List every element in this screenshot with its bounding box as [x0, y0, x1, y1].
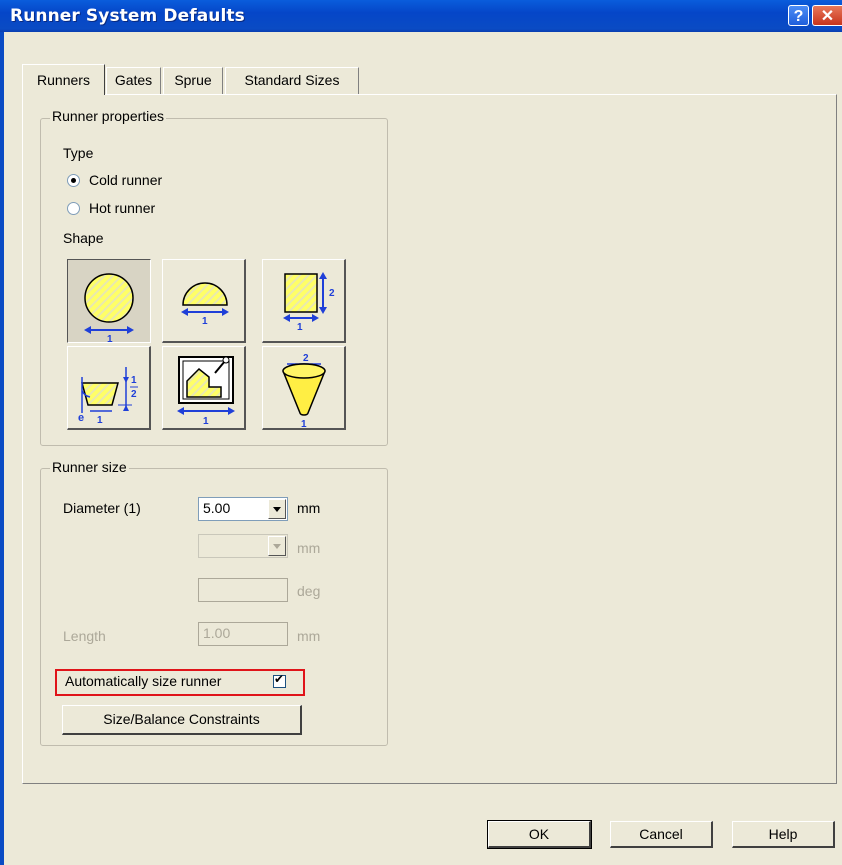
shape-trapezoid-button[interactable]: e 1 1 2	[67, 346, 151, 430]
svg-text:2: 2	[329, 288, 335, 299]
length-field[interactable]: 1.00	[198, 622, 288, 646]
diameter-label: Diameter (1)	[63, 500, 141, 516]
tab-gates[interactable]: Gates	[106, 67, 161, 94]
svg-text:1: 1	[301, 419, 307, 430]
chevron-down-icon[interactable]	[268, 499, 286, 519]
svg-text:1: 1	[202, 316, 208, 327]
angle-field[interactable]	[198, 578, 288, 602]
diameter-unit: mm	[297, 500, 321, 516]
runner-size-label: Runner size	[50, 459, 129, 475]
svg-text:1: 1	[97, 415, 103, 426]
help-icon[interactable]: ?	[788, 5, 809, 26]
dimension2-unit: mm	[297, 540, 321, 556]
svg-text:2: 2	[131, 389, 137, 400]
length-unit: mm	[297, 628, 321, 644]
svg-text:1: 1	[107, 334, 113, 344]
shape-half-circle-button[interactable]: 1	[162, 259, 246, 343]
length-label: Length	[63, 628, 106, 644]
shape-circular-button[interactable]: 1	[67, 259, 151, 344]
hot-runner-label[interactable]: Hot runner	[89, 200, 155, 216]
tab-runners[interactable]: Runners	[22, 64, 105, 95]
help-button[interactable]: Help	[732, 821, 835, 848]
size-balance-constraints-button[interactable]: Size/Balance Constraints	[62, 705, 302, 735]
runner-properties-label: Runner properties	[50, 108, 167, 124]
type-label: Type	[63, 145, 94, 161]
hot-runner-radio[interactable]	[67, 202, 80, 215]
svg-text:1: 1	[131, 375, 137, 386]
tab-standard-sizes[interactable]: Standard Sizes	[225, 67, 359, 94]
dialog-window: Runner System Defaults ? ✕ Runners Gates…	[0, 0, 842, 865]
shape-rectangle-button[interactable]: 2 1	[262, 259, 346, 343]
chevron-down-icon[interactable]	[268, 536, 286, 556]
svg-text:1: 1	[297, 322, 303, 333]
circular-shape-icon: 1	[84, 273, 134, 344]
cold-runner-radio[interactable]	[67, 174, 80, 187]
window-title: Runner System Defaults	[10, 6, 245, 26]
ok-button[interactable]: OK	[487, 820, 592, 849]
svg-text:1: 1	[203, 416, 209, 427]
shape-custom-button[interactable]: 1	[162, 346, 246, 430]
rectangle-shape-icon: 2 1	[283, 272, 335, 333]
cancel-button[interactable]: Cancel	[610, 821, 713, 848]
cold-runner-label[interactable]: Cold runner	[89, 172, 162, 188]
diameter-combobox[interactable]: 5.00	[198, 497, 288, 521]
window-border	[0, 32, 4, 865]
title-bar[interactable]: Runner System Defaults ? ✕	[0, 0, 842, 32]
custom-shape-icon: 1	[177, 356, 235, 427]
auto-size-label[interactable]: Automatically size runner	[65, 673, 221, 689]
svg-text:2: 2	[303, 353, 309, 364]
close-icon[interactable]: ✕	[812, 5, 842, 26]
shape-cone-button[interactable]: 2 1	[262, 346, 346, 430]
shape-label: Shape	[63, 230, 104, 246]
tab-sprue[interactable]: Sprue	[163, 67, 223, 94]
angle-unit: deg	[297, 583, 321, 599]
dimension2-combobox[interactable]	[198, 534, 288, 558]
auto-size-checkbox[interactable]	[273, 672, 286, 688]
half-circle-shape-icon: 1	[181, 282, 229, 327]
cone-shape-icon: 2 1	[282, 353, 326, 430]
diameter-value: 5.00	[203, 500, 231, 516]
length-value: 1.00	[203, 625, 231, 641]
trapezoid-shape-icon: e 1 1 2	[78, 367, 138, 426]
svg-text:e: e	[78, 412, 84, 424]
